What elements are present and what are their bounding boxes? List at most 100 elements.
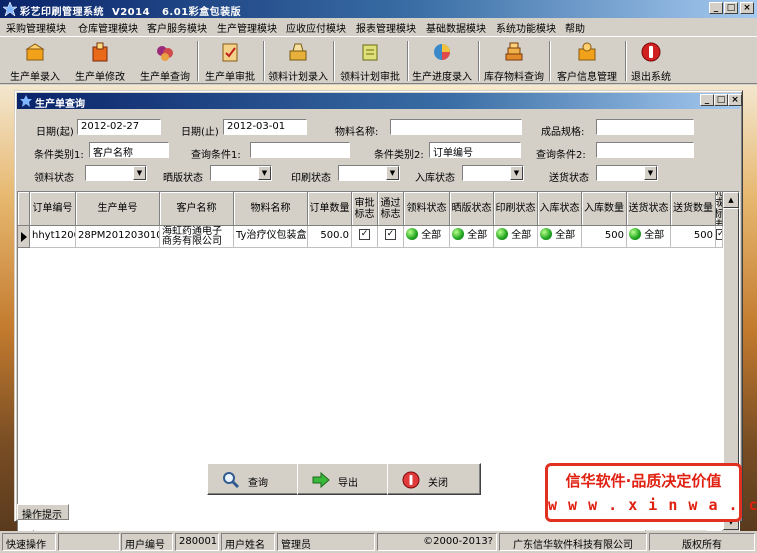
close-button[interactable]: ×	[740, 2, 754, 14]
col-store-qty[interactable]: 入库数量	[582, 192, 627, 226]
cell-customer-name[interactable]: 海虹药通电子商务有限公司	[160, 226, 234, 248]
condition-type-1-field[interactable]: 客户名称	[89, 142, 169, 158]
col-customer-name[interactable]: 客户名称	[160, 192, 234, 226]
toolbar: 生产单录入 生产单修改 生产单查询 生产单审批 领料计划录入 领料计划审批 生产…	[0, 36, 757, 84]
date-from-field[interactable]: 2012-02-27	[77, 119, 161, 135]
col-pick-status[interactable]: 领料状态	[404, 192, 450, 226]
menu-customer-service[interactable]: 客户服务模块	[147, 20, 207, 35]
grapes-icon	[157, 46, 173, 61]
menu-warehouse[interactable]: 仓库管理模块	[78, 20, 138, 35]
col-material-name[interactable]: 物料名称	[234, 192, 308, 226]
cell-material-name[interactable]: Ty治疗仪包装盒	[234, 226, 308, 248]
tool-label: 生产单修改	[75, 72, 125, 83]
col-print-status[interactable]: 印刷状态	[494, 192, 538, 226]
cell-store-qty[interactable]: 500	[582, 226, 627, 248]
cell-done-flag[interactable]: ✓	[716, 226, 723, 248]
tool-customer-info[interactable]: 客户信息管理	[550, 39, 624, 83]
date-to-field[interactable]: 2012-03-01	[223, 119, 307, 135]
query-condition-2-field[interactable]	[596, 142, 694, 158]
tool-material-plan-entry[interactable]: 领料计划录入	[264, 39, 332, 83]
current-row-indicator[interactable]	[18, 226, 30, 248]
chevron-down-icon: ▼	[644, 166, 657, 180]
col-plate-status[interactable]: 晒版状态	[450, 192, 494, 226]
query-condition-1-label: 查询条件1:	[191, 150, 241, 161]
plate-status-select[interactable]: ▼	[210, 165, 272, 181]
tool-material-plan-approve[interactable]: 领料计划审批	[334, 39, 406, 83]
cell-passed-flag[interactable]: ✓	[378, 226, 404, 248]
cell-store-status[interactable]: 全部	[538, 226, 582, 248]
col-production-no[interactable]: 生产单号	[76, 192, 160, 226]
menu-production[interactable]: 生产管理模块	[217, 20, 277, 35]
deliver-status-value: 全部	[644, 230, 665, 241]
tool-production-order-query[interactable]: 生产单查询	[133, 39, 197, 83]
window-icon	[20, 95, 32, 107]
tool-production-progress-entry[interactable]: 生产进度录入	[408, 39, 476, 83]
cell-print-status[interactable]: 全部	[494, 226, 538, 248]
pick-status-select[interactable]: ▼	[85, 165, 147, 181]
child-minimize-button[interactable]: _	[700, 94, 714, 106]
minimize-button[interactable]: _	[709, 2, 723, 14]
menu-reports[interactable]: 报表管理模块	[356, 20, 416, 35]
status-shortcut[interactable]: 快速操作	[2, 533, 56, 551]
tool-exit-system[interactable]: 退出系统	[626, 39, 676, 83]
menu-help[interactable]: 帮助	[565, 20, 585, 35]
col-deliver-status[interactable]: 送货状态	[627, 192, 671, 226]
child-title-bar: 生产单查询 _ □ ×	[17, 93, 742, 110]
col-deliver-qty[interactable]: 送货数量	[671, 192, 716, 226]
cell-production-no[interactable]: 28PM201203010001	[76, 226, 160, 248]
export-button[interactable]: 导出	[297, 463, 391, 495]
close-window-button[interactable]: 关闭	[387, 463, 481, 495]
menu-purchase[interactable]: 采购管理模块	[6, 20, 66, 35]
status-user-no: 280001	[175, 533, 219, 551]
cell-approved-flag[interactable]: ✓	[352, 226, 378, 248]
tool-production-order-entry[interactable]: 生产单录入	[2, 39, 68, 83]
child-close-button[interactable]: ×	[728, 94, 742, 106]
child-maximize-button[interactable]: □	[714, 94, 728, 106]
cell-order-qty[interactable]: 500.0	[308, 226, 352, 248]
status-company: 广东信华软件科技有限公司	[499, 533, 647, 551]
material-name-field[interactable]	[390, 119, 522, 135]
passed-checkbox[interactable]: ✓	[385, 228, 396, 240]
col-passed-flag[interactable]: 通过标志	[378, 192, 404, 226]
product-spec-field[interactable]	[596, 119, 694, 135]
cell-pick-status[interactable]: 全部	[404, 226, 450, 248]
cell-deliver-status[interactable]: 全部	[627, 226, 671, 248]
col-order-no[interactable]: 订单编号	[30, 192, 76, 226]
tool-label: 生产单审批	[205, 72, 255, 83]
col-order-qty[interactable]: 订单数量	[308, 192, 352, 226]
col-done-flag[interactable]: 完成标志	[716, 192, 723, 226]
date-from-label: 日期(起)	[36, 127, 74, 138]
tool-stock-material-query[interactable]: 库存物料查询	[480, 39, 548, 83]
app-title: 彩艺印刷管理系统 V2014 6.01彩盒包装版	[20, 7, 242, 18]
cell-order-no[interactable]: hhyt12001	[30, 226, 76, 248]
store-status-select[interactable]: ▼	[462, 165, 524, 181]
menu-system[interactable]: 系统功能模块	[496, 20, 556, 35]
query-button[interactable]: 查询	[207, 463, 301, 495]
status-dot-icon	[540, 228, 552, 240]
menu-base-data[interactable]: 基础数据模块	[426, 20, 486, 35]
cell-plate-status[interactable]: 全部	[450, 226, 494, 248]
col-approved-flag[interactable]: 审批标志	[352, 192, 378, 226]
deliver-status-select[interactable]: ▼	[596, 165, 658, 181]
print-status-select[interactable]: ▼	[338, 165, 400, 181]
menu-receivable-payable[interactable]: 应收应付模块	[286, 20, 346, 35]
query-condition-1-field[interactable]	[250, 142, 350, 158]
scroll-up-icon[interactable]: ▲	[723, 192, 739, 208]
tool-production-order-approve[interactable]: 生产单审批	[198, 39, 262, 83]
tool-production-order-edit[interactable]: 生产单修改	[68, 39, 132, 83]
condition-type-2-field[interactable]: 订单编号	[429, 142, 521, 158]
approved-checkbox[interactable]: ✓	[359, 228, 370, 240]
plate-status-value: 全部	[467, 230, 488, 241]
power-icon	[402, 471, 420, 489]
status-user-no-label: 用户编号	[121, 533, 173, 551]
production-order-query-window: 生产单查询 _ □ × 日期(起) 2012-02-27 日期(止) 2012-…	[14, 90, 743, 547]
row-indicator-header	[18, 192, 30, 226]
done-checkbox[interactable]: ✓	[716, 228, 722, 240]
maximize-button[interactable]: □	[724, 2, 738, 14]
chevron-down-icon: ▼	[258, 166, 271, 180]
material-name-label: 物料名称:	[335, 127, 379, 138]
progress-icon	[434, 44, 450, 60]
tab-operation-tips[interactable]: 操作提示	[17, 504, 69, 521]
cell-deliver-qty[interactable]: 500	[671, 226, 716, 248]
col-store-status[interactable]: 入库状态	[538, 192, 582, 226]
